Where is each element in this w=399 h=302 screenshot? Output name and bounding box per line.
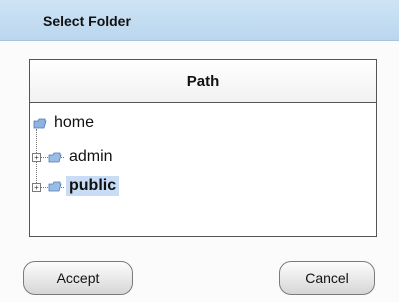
expand-icon[interactable]: + xyxy=(32,183,41,192)
folder-icon xyxy=(48,152,62,162)
folder-icon xyxy=(48,181,62,191)
folder-icon xyxy=(33,118,47,128)
tree-node-public[interactable]: public xyxy=(48,176,120,196)
tree-node-label: home xyxy=(54,114,95,131)
tree-node-label: public xyxy=(66,176,120,196)
dialog-title: Select Folder xyxy=(43,13,131,29)
path-header: Path xyxy=(30,60,376,103)
tree-node-label: admin xyxy=(69,148,113,165)
dialog-titlebar: Select Folder xyxy=(0,0,399,41)
tree-node-admin[interactable]: admin xyxy=(48,147,116,167)
expand-icon[interactable]: + xyxy=(32,153,41,162)
tree-node-home[interactable]: home xyxy=(33,113,97,133)
cancel-button[interactable]: Cancel xyxy=(279,261,375,295)
accept-button[interactable]: Accept xyxy=(23,261,133,295)
